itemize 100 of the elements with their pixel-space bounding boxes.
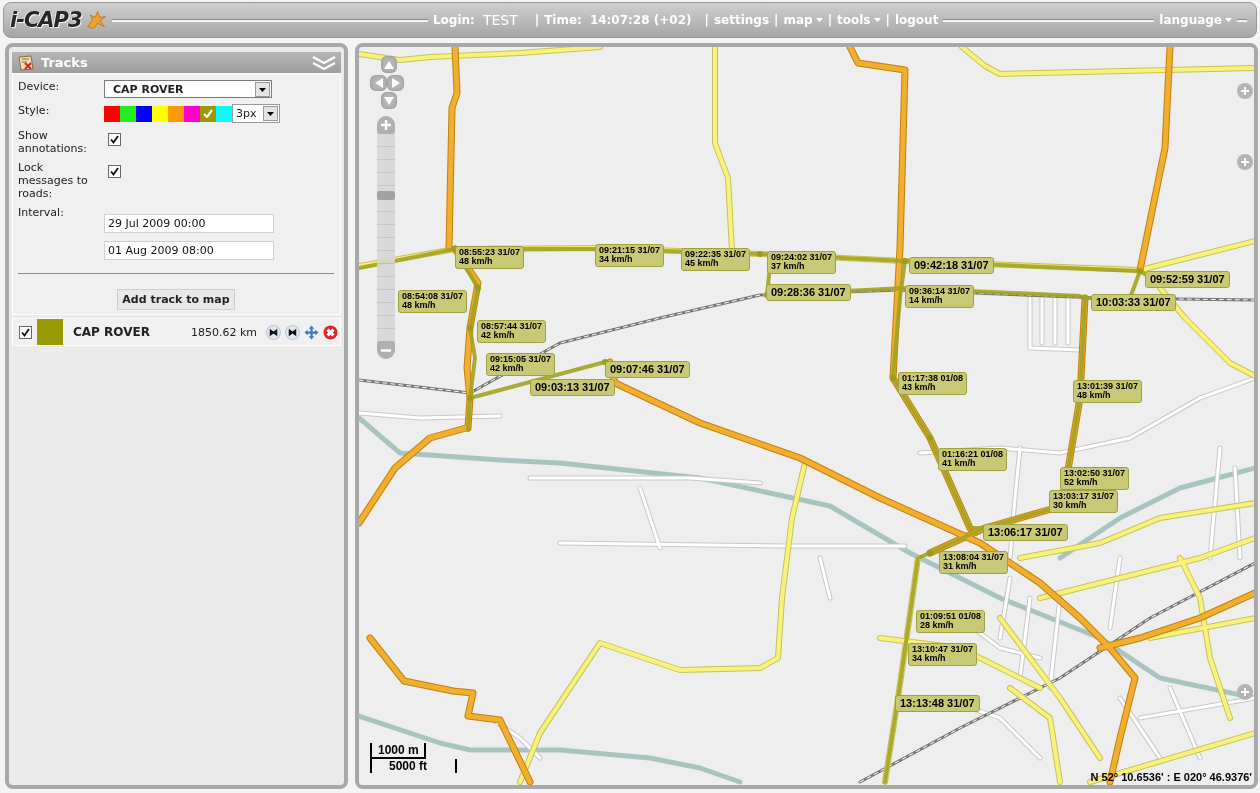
up-arrow-icon [384, 60, 394, 69]
separator: | [885, 13, 890, 27]
color-swatch[interactable] [104, 105, 120, 122]
annotation-speed: 31 km/h [943, 562, 978, 571]
plus-icon [1241, 87, 1249, 95]
annotation-speed: 41 km/h [942, 459, 977, 468]
annotation-time: 08:55:23 31/07 [459, 248, 521, 257]
scale-label: 1000 m [372, 743, 426, 759]
coordinates-text: N 52° 10.6536' : E 020° 46.9376' [1090, 771, 1252, 783]
right-arrow-icon [391, 78, 400, 88]
annotation-speed: 48 km/h [1077, 391, 1112, 400]
annotation-label: 09:42:18 31/07 [909, 257, 994, 274]
annotation-time: 09:15:05 31/07 [490, 355, 552, 364]
color-swatch[interactable] [216, 105, 232, 122]
plus-icon [1241, 158, 1249, 166]
annotation-time: 13:01:39 31/07 [1077, 382, 1139, 391]
annotation-time: 13:08:04 31/07 [943, 553, 1005, 562]
field-label: Lock messages to roads: [18, 161, 89, 200]
annotation-speed: 48 km/h [459, 257, 494, 266]
field-label: Device: [18, 80, 61, 93]
bowtie-icon[interactable] [285, 324, 300, 340]
color-swatch[interactable] [184, 105, 200, 122]
annotation-time: 13:10:47 31/07 [912, 645, 974, 654]
color-swatch[interactable] [152, 105, 168, 122]
logo-text: i-CAP3 [10, 8, 82, 32]
checkbox[interactable] [108, 133, 121, 146]
track-distance: 1850.62 km [190, 325, 257, 339]
annotation-time: 08:54:08 31/07 [402, 292, 464, 301]
field-label: Style: [18, 104, 51, 117]
checkbox[interactable] [19, 325, 32, 339]
check-icon [21, 327, 30, 337]
zoom-slider-thumb[interactable] [377, 191, 395, 201]
annotation-time: 09:24:02 31/07 [771, 253, 833, 262]
check-icon [110, 135, 119, 144]
date-field[interactable]: 29 Jul 2009 00:00 [104, 214, 274, 233]
separator: | [774, 13, 779, 27]
annotation-label: 09:52:59 31/07 [1145, 271, 1230, 288]
minus-icon [381, 348, 391, 352]
annotation-speed: 30 km/h [1053, 501, 1088, 510]
width-select[interactable]: 3px [232, 104, 280, 123]
annotation-label: 09:03:13 31/07 [530, 379, 615, 396]
caret-icon [263, 106, 278, 121]
field-label: Login: [432, 13, 475, 27]
separator: | [827, 13, 832, 27]
annotation-time: 09:21:15 31/07 [599, 246, 661, 255]
annotation-time: 01:17:38 01/08 [902, 374, 964, 383]
delete-icon[interactable] [323, 324, 338, 340]
zoom-in-button[interactable] [377, 116, 395, 134]
annotation-label: 10:03:33 31/07 [1091, 294, 1176, 311]
annotation-speed: 34 km/h [599, 255, 634, 264]
field-label: Show annotations: [18, 129, 88, 155]
color-swatch[interactable] [168, 105, 184, 122]
device-select[interactable]: CAP ROVER [104, 80, 272, 98]
annotation-speed: 45 km/h [685, 259, 720, 268]
date-field[interactable]: 01 Aug 2009 08:00 [104, 241, 274, 260]
track-name: CAP ROVER [73, 325, 150, 339]
add-track-button[interactable]: Add track to map [117, 289, 235, 310]
caret-icon [873, 18, 881, 22]
scale-label: 5000 ft [372, 759, 457, 773]
annotation-label: 09:07:46 31/07 [605, 361, 690, 378]
map-icon [18, 54, 34, 71]
plus-icon [1241, 688, 1249, 696]
annotation-speed: 42 km/h [490, 364, 525, 373]
annotation-time: 08:57:44 31/07 [481, 322, 543, 331]
separator: | [704, 13, 709, 27]
move-icon[interactable] [304, 324, 319, 340]
annotation-time: 01:16:21 01/08 [942, 450, 1004, 459]
annotation-speed: 43 km/h [902, 383, 937, 392]
bowtie-icon[interactable] [266, 324, 281, 340]
annotation-speed: 28 km/h [920, 621, 955, 630]
caret-icon [1225, 18, 1232, 22]
annotation-speed: 37 km/h [771, 262, 806, 271]
zoom-slider[interactable] [377, 134, 395, 341]
clock-text: 14:07:28 (+02) [589, 13, 692, 27]
annotation-label: 13:06:17 31/07 [983, 524, 1068, 541]
annotation-speed: 42 km/h [481, 331, 516, 340]
left-arrow-icon [374, 78, 383, 88]
zoom-out-button[interactable] [377, 341, 395, 359]
panel-title: Tracks [41, 55, 89, 70]
annotation-speed: 48 km/h [402, 301, 437, 310]
annotation-label: 13:13:48 31/07 [895, 695, 980, 712]
star-icon [84, 9, 107, 31]
color-swatch[interactable] [136, 105, 152, 122]
plus-icon [381, 120, 391, 130]
color-swatch[interactable] [200, 105, 216, 122]
annotation-time: 13:02:50 31/07 [1064, 469, 1126, 478]
down-arrow-icon [384, 96, 394, 105]
annotation-time: 01:09:51 01/08 [920, 612, 982, 621]
color-swatch[interactable] [120, 105, 136, 122]
checkbox[interactable] [108, 165, 121, 178]
check-icon [203, 109, 213, 118]
check-icon [110, 167, 119, 176]
annotation-speed: 34 km/h [912, 654, 947, 663]
annotation-speed: 14 km/h [909, 296, 944, 305]
field-label: Time: [544, 13, 582, 27]
collapse-icon[interactable] [311, 54, 337, 71]
annotation-time: 13:03:17 31/07 [1053, 492, 1115, 501]
caret-icon [255, 81, 270, 97]
separator: | [534, 13, 540, 27]
annotation-speed: 52 km/h [1064, 478, 1099, 487]
